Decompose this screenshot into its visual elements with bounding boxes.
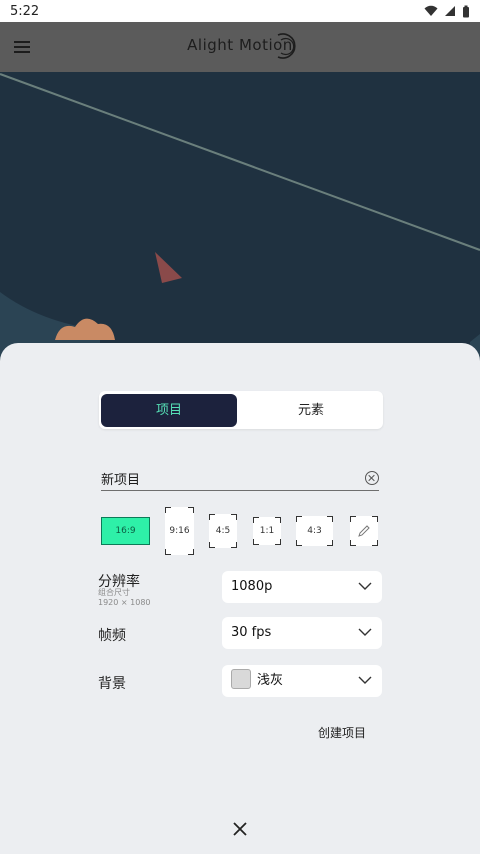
ratio-4-3-label: 4:3 — [307, 526, 322, 536]
tab-project[interactable]: 项目 — [101, 394, 237, 427]
resolution-value: 1080p — [231, 579, 273, 594]
background-label: 背景 — [98, 676, 126, 692]
background-value: 浅灰 — [257, 673, 284, 688]
logo-swoosh-icon — [277, 33, 296, 59]
chevron-down-icon — [358, 628, 372, 636]
chevron-down-icon — [358, 676, 372, 684]
ratio-4-5-option[interactable]: 4:5 — [209, 514, 237, 548]
ratio-9-16-label: 9:16 — [169, 526, 190, 536]
ratio-1-1-option[interactable]: 1:1 — [253, 517, 281, 545]
ratio-16-9-option[interactable]: 16:9 — [101, 517, 150, 545]
app-bar: Alight Motion — [0, 22, 480, 72]
signal-icon — [445, 6, 455, 16]
background-swatch — [231, 669, 251, 689]
status-time: 5:22 — [10, 3, 40, 19]
ratio-4-3-option[interactable]: 4:3 — [296, 516, 333, 546]
project-name-field[interactable]: 新项目 — [101, 469, 379, 491]
ratio-4-5-label: 4:5 — [215, 526, 231, 536]
app-title: Alight Motion — [187, 36, 293, 54]
resolution-size: 1920 × 1080 — [98, 598, 151, 607]
clear-icon[interactable] — [365, 471, 379, 485]
battery-icon — [463, 5, 469, 17]
ratio-1-1-label: 1:1 — [259, 526, 275, 536]
create-project-button[interactable]: 创建项目 — [318, 724, 366, 741]
new-project-sheet: 项目 元素 新项目 16:9 9:16 4:5 1:1 4:3 分辨率 组合尺寸… — [0, 343, 480, 854]
ratio-9-16-option[interactable]: 9:16 — [165, 507, 194, 555]
chevron-down-icon — [358, 582, 372, 590]
tab-element[interactable]: 元素 — [243, 394, 379, 427]
preview-canvas — [0, 72, 480, 362]
resolution-sublabel: 组合尺寸 — [98, 588, 130, 597]
fps-value: 30 fps — [231, 625, 272, 640]
close-icon[interactable] — [232, 821, 248, 837]
status-bar: 5:22 — [0, 0, 480, 22]
preview-artwork — [0, 73, 480, 362]
status-icons — [424, 5, 470, 18]
wifi-icon — [424, 5, 438, 16]
ratio-custom-option[interactable] — [350, 516, 378, 546]
tab-bar: 项目 元素 — [99, 391, 383, 429]
background-dropdown[interactable]: 浅灰 — [222, 665, 382, 697]
project-name-input[interactable]: 新项目 — [101, 473, 140, 488]
pencil-icon — [358, 525, 370, 537]
input-underline — [101, 490, 379, 491]
resolution-dropdown[interactable]: 1080p — [222, 571, 382, 603]
fps-label: 帧频 — [98, 628, 126, 644]
fps-dropdown[interactable]: 30 fps — [222, 617, 382, 649]
